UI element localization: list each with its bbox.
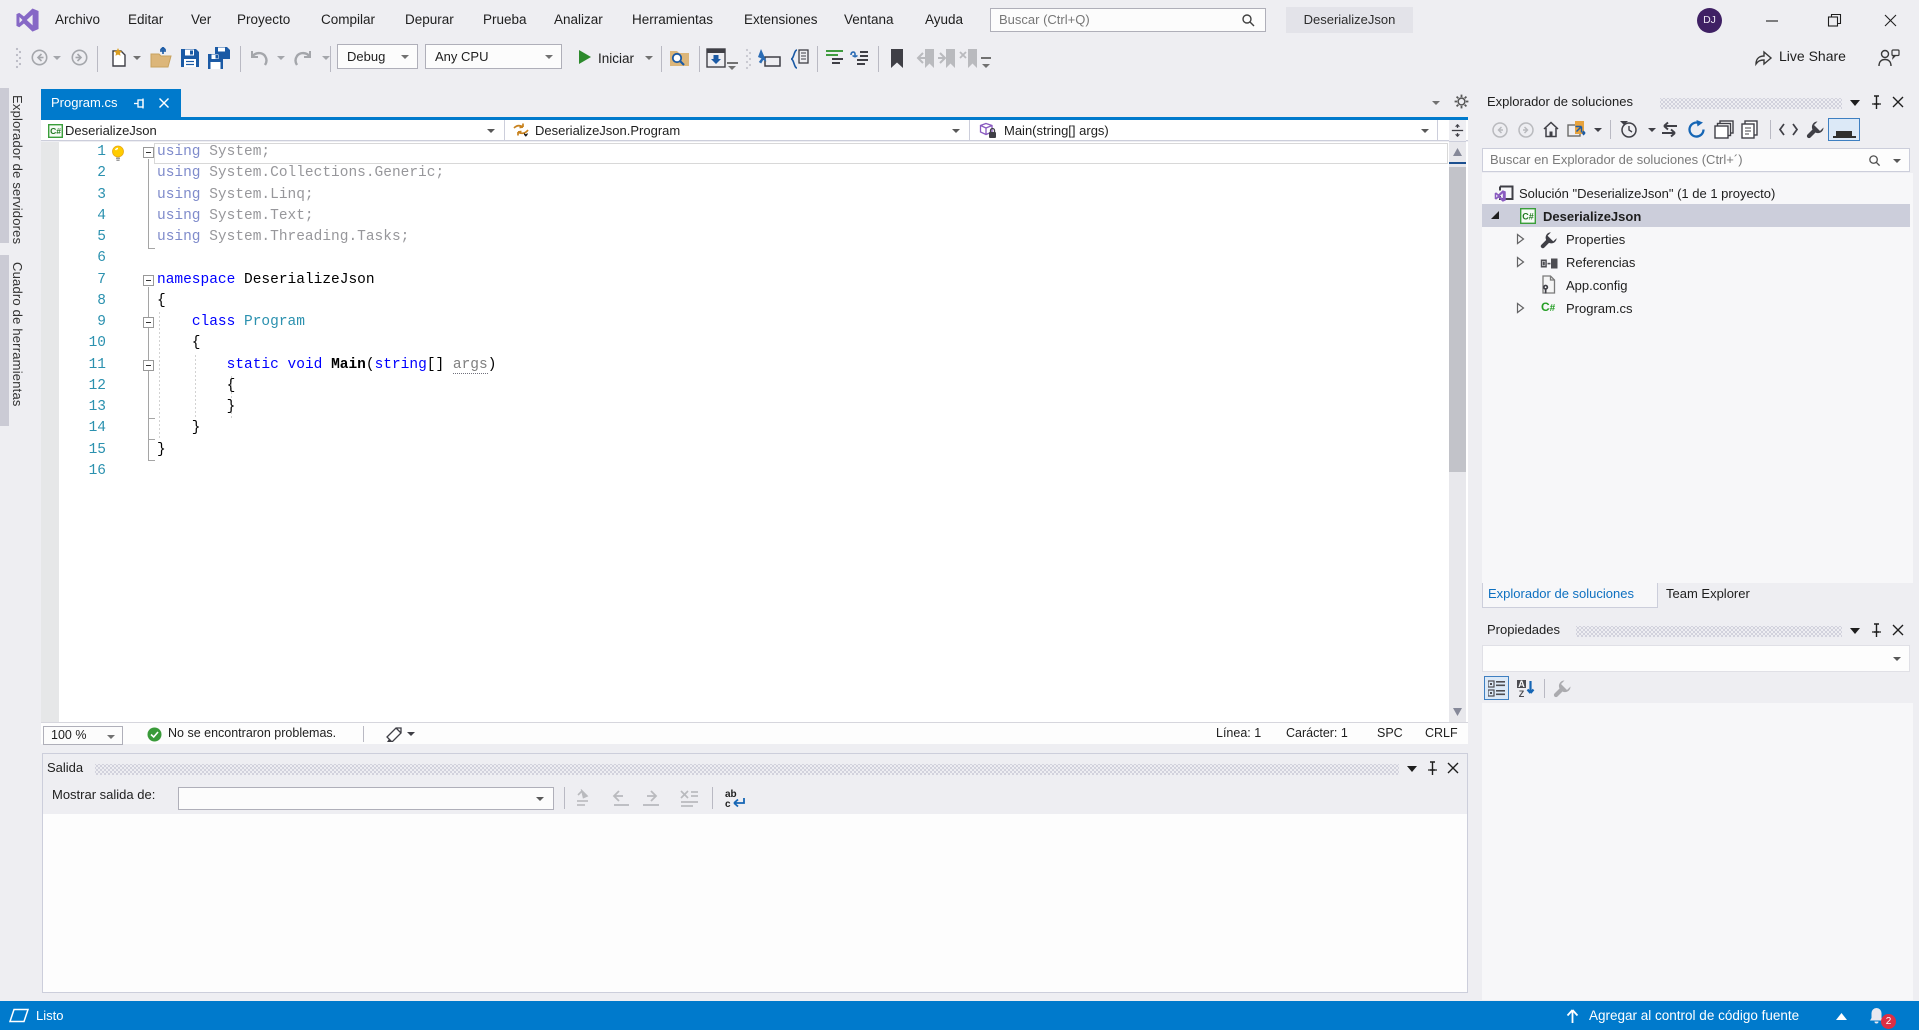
svg-text:c: c [725, 799, 731, 809]
svg-text:Z: Z [1519, 689, 1525, 698]
svg-text:C#: C# [1522, 212, 1534, 222]
svg-text:C#: C# [50, 126, 61, 136]
svg-text:A: A [1518, 679, 1525, 689]
